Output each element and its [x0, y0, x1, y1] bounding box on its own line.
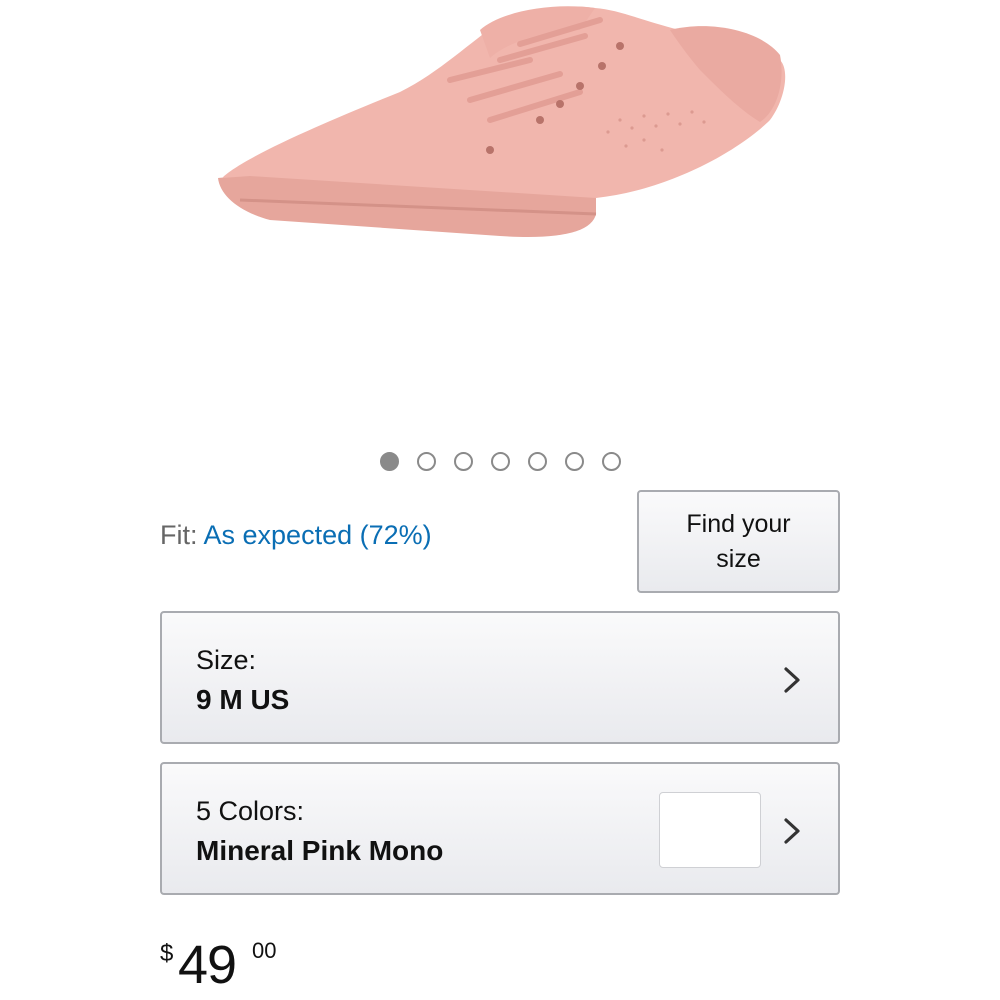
size-value: 9 M US	[196, 684, 290, 715]
carousel-dot-7[interactable]	[602, 451, 621, 471]
carousel-dot-5[interactable]	[528, 451, 547, 471]
find-your-size-button[interactable]: Find your size	[637, 490, 840, 593]
carousel-dot-3[interactable]	[454, 451, 473, 471]
product-image[interactable]	[200, 0, 800, 270]
size-label: Size:	[196, 645, 257, 675]
find-your-size-label: Find your size	[686, 509, 791, 573]
carousel-dot-4[interactable]	[491, 451, 510, 471]
color-swatch	[659, 792, 761, 868]
price-currency: $	[160, 940, 174, 967]
carousel-dot-1[interactable]	[380, 451, 399, 471]
chevron-right-icon	[784, 667, 800, 693]
pink-sneaker-image	[218, 6, 786, 238]
fit-label: Fit:	[160, 520, 198, 550]
fit-value-link[interactable]: As expected (72%)	[204, 520, 432, 550]
color-label: 5 Colors:	[196, 796, 305, 826]
color-value: Mineral Pink Mono	[196, 835, 444, 866]
image-carousel-pager[interactable]	[380, 451, 624, 471]
price-whole: 49	[178, 935, 237, 995]
carousel-dot-2[interactable]	[417, 451, 436, 471]
size-selector[interactable]: Size: 9 M US	[160, 611, 840, 744]
fit-info: Fit: As expected (72%)	[160, 520, 432, 551]
color-selector[interactable]: 5 Colors: Mineral Pink Mono	[160, 762, 840, 895]
price-fraction: 00	[252, 938, 277, 963]
chevron-right-icon	[784, 818, 800, 844]
carousel-dot-6[interactable]	[565, 451, 584, 471]
